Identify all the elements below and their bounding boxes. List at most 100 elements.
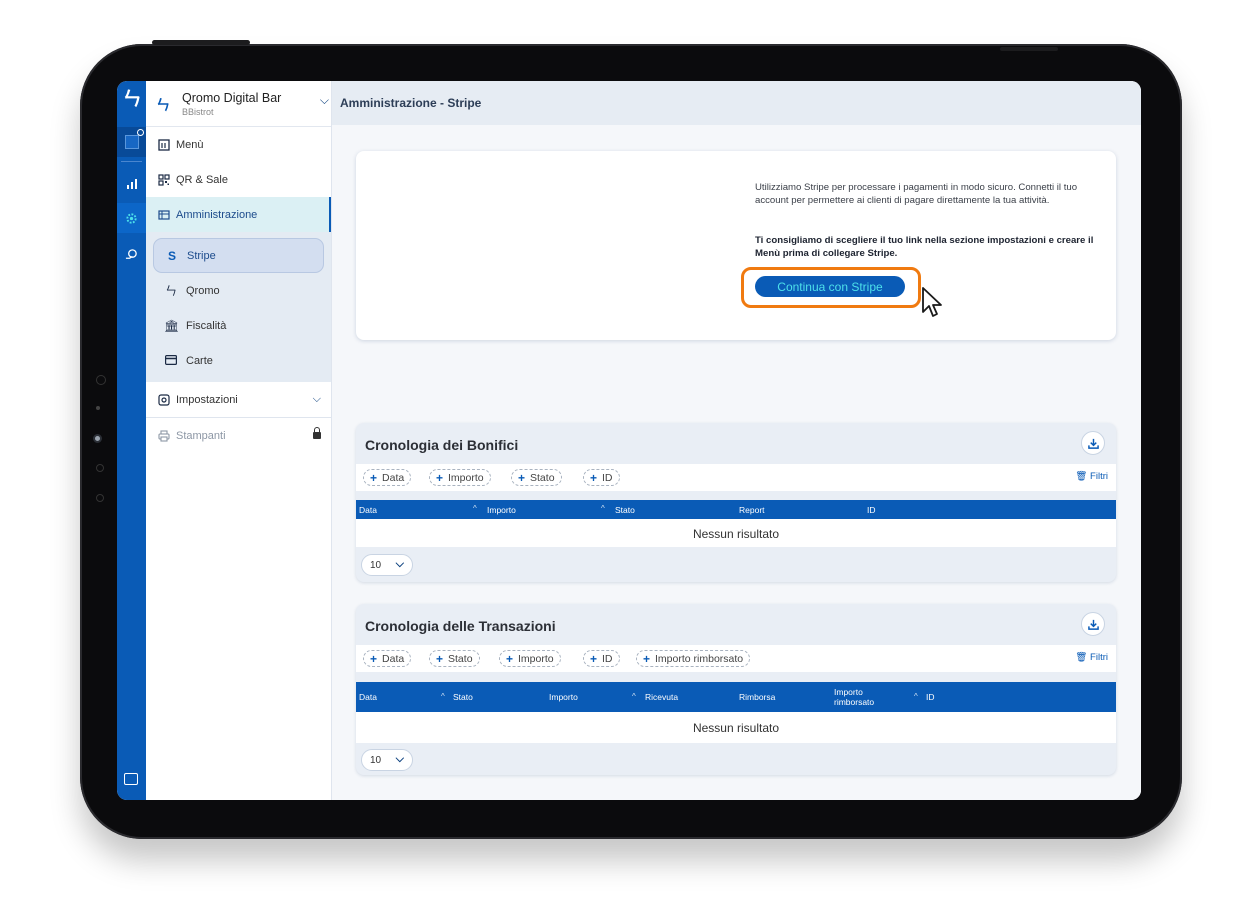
continue-with-stripe-button[interactable]: Continua con Stripe — [755, 276, 905, 297]
filter-chip-id[interactable]: + ID — [583, 650, 620, 667]
column-header[interactable]: Report — [739, 500, 765, 519]
dashboard-icon — [124, 135, 139, 149]
notification-badge-icon — [137, 129, 144, 136]
download-button[interactable] — [1081, 431, 1105, 455]
table-header: Data ^ Importo ^ Stato Report ID — [356, 500, 1116, 519]
chip-label: Stato — [530, 471, 555, 484]
venue-subtitle: BBistrot — [182, 107, 214, 117]
camera-icon — [93, 434, 102, 443]
filter-chip-importo[interactable]: + Importo — [499, 650, 561, 667]
mouse-pointer-icon — [922, 287, 942, 317]
sidebar-item-settings[interactable]: Impostazioni ⌵ — [146, 382, 331, 417]
column-header[interactable]: Stato — [453, 682, 473, 712]
subnav-item-label: Fiscalità — [186, 319, 227, 332]
column-header[interactable]: Importo — [487, 500, 516, 519]
column-header[interactable]: Importo — [549, 682, 578, 712]
filter-chip-id[interactable]: + ID — [583, 469, 620, 486]
rail-item-dashboard[interactable] — [117, 127, 146, 157]
filter-chip-stato[interactable]: + Stato — [511, 469, 562, 486]
column-header[interactable]: ID — [867, 500, 876, 519]
sidebar-item-menu[interactable]: Menù — [146, 127, 331, 162]
page-size-value: 10 — [370, 559, 382, 571]
page-size-value: 10 — [370, 754, 382, 766]
column-header[interactable]: Importo rimborsato — [834, 682, 904, 712]
column-header[interactable]: Rimborsa — [739, 682, 775, 712]
chip-label: Importo — [448, 471, 484, 484]
rail-item-payments[interactable] — [117, 239, 146, 269]
bezel-dot — [96, 464, 104, 472]
filter-chip-importo-rimborsato[interactable]: + Importo rimborsato — [636, 650, 751, 667]
plus-icon: + — [506, 651, 514, 666]
transfers-panel: Cronologia dei Bonifici + Data + Importo +… — [356, 423, 1116, 582]
rail-item-stats[interactable] — [117, 169, 146, 199]
filters-label: Filtri — [1090, 471, 1108, 482]
coin-hand-icon — [125, 248, 137, 259]
filter-chip-data[interactable]: + Data — [363, 650, 412, 667]
download-icon — [1087, 619, 1099, 630]
subnav-item-label: Stripe — [187, 249, 216, 262]
empty-state: Nessun risultato — [356, 519, 1116, 547]
qromo-icon: ㄣ — [164, 284, 177, 298]
sort-icon[interactable]: ^ — [914, 692, 918, 701]
table-header: Data ^ Stato Importo ^ Ricevuta Rimborsa… — [356, 682, 1116, 712]
venue-name: Qromo Digital Bar — [182, 91, 282, 105]
subnav-item-label: Qromo — [186, 284, 220, 297]
plus-icon: + — [370, 651, 378, 666]
column-header[interactable]: Ricevuta — [645, 682, 678, 712]
chevron-down-icon: ⌵ — [395, 558, 404, 570]
page-size-select[interactable]: 10 ⌵ — [361, 554, 413, 576]
sidebar-item-qr[interactable]: QR & Sale — [146, 162, 331, 197]
sidebar: ㄣ Qromo Digital Bar BBistrot ⌵ Menù QR &… — [146, 81, 332, 800]
filters-link[interactable]: 🗑︎ Filtri — [1075, 652, 1108, 663]
chip-label: Importo — [518, 652, 554, 665]
column-header[interactable]: ID — [926, 682, 935, 712]
sort-icon[interactable]: ^ — [601, 504, 605, 513]
app-screen: ㄣ ㄣ Qromo Digital Bar BBistrot ⌵ Menù QR… — [117, 81, 1141, 800]
plus-icon: + — [643, 651, 651, 666]
sidebar-item-admin[interactable]: Amministrazione — [146, 197, 331, 232]
printer-icon — [157, 429, 170, 442]
sidebar-item-printers[interactable]: Stampanti — [146, 418, 331, 453]
panel-title: Cronologia delle Transazioni — [365, 618, 556, 634]
device-button — [152, 40, 250, 45]
plus-icon: + — [370, 470, 378, 485]
stripe-recommendation: Ti consigliamo di scegliere il tuo link … — [755, 235, 1094, 259]
device-button — [1000, 47, 1058, 51]
sidebar-item-label: Amministrazione — [176, 208, 258, 221]
account-icon[interactable] — [124, 773, 138, 785]
column-header[interactable]: Data — [359, 500, 377, 519]
admin-subnav: S Stripe ㄣ Qromo 🏛︎ Fiscalità Carte — [146, 232, 331, 382]
filter-bar: + Data + Importo + Stato + ID 🗑︎ Filtri — [356, 464, 1116, 491]
subnav-item-carte[interactable]: Carte — [153, 343, 324, 378]
content-area: Utilizziamo Stripe per processare i paga… — [332, 125, 1141, 800]
column-header[interactable]: Data — [359, 682, 377, 712]
filter-chip-importo[interactable]: + Importo — [429, 469, 491, 486]
plus-icon: + — [436, 651, 444, 666]
page-size-select[interactable]: 10 ⌵ — [361, 749, 413, 771]
filter-chip-stato[interactable]: + Stato — [429, 650, 480, 667]
plus-icon: + — [590, 470, 598, 485]
transactions-panel: Cronologia delle Transazioni + Data + Stat… — [356, 604, 1116, 775]
card-icon — [164, 354, 178, 368]
page-title: Amministrazione - Stripe — [332, 81, 1141, 125]
bar-chart-icon — [126, 179, 137, 189]
sort-icon[interactable]: ^ — [473, 504, 477, 513]
download-button[interactable] — [1081, 612, 1105, 636]
chip-label: Data — [382, 652, 405, 665]
sidebar-item-label: Impostazioni — [176, 393, 238, 406]
stripe-description: Utilizziamo Stripe per processare i paga… — [755, 182, 1078, 206]
rail-item-settings[interactable] — [117, 203, 146, 233]
filters-link[interactable]: 🗑︎ Filtri — [1075, 471, 1108, 482]
qromo-logo-icon[interactable]: ㄣ — [122, 89, 142, 109]
settings-icon — [157, 393, 170, 406]
bezel-dot — [96, 375, 106, 385]
subnav-item-stripe[interactable]: S Stripe — [153, 238, 324, 273]
subnav-item-qromo[interactable]: ㄣ Qromo — [153, 273, 324, 308]
column-header[interactable]: Stato — [615, 500, 635, 519]
sort-icon[interactable]: ^ — [441, 692, 445, 701]
sort-icon[interactable]: ^ — [632, 692, 636, 701]
venue-selector[interactable]: ㄣ Qromo Digital Bar BBistrot ⌵ — [146, 81, 331, 127]
subnav-item-fiscalita[interactable]: 🏛︎ Fiscalità — [153, 308, 324, 343]
filter-chip-data[interactable]: + Data — [363, 469, 412, 486]
chip-label: ID — [602, 652, 613, 665]
